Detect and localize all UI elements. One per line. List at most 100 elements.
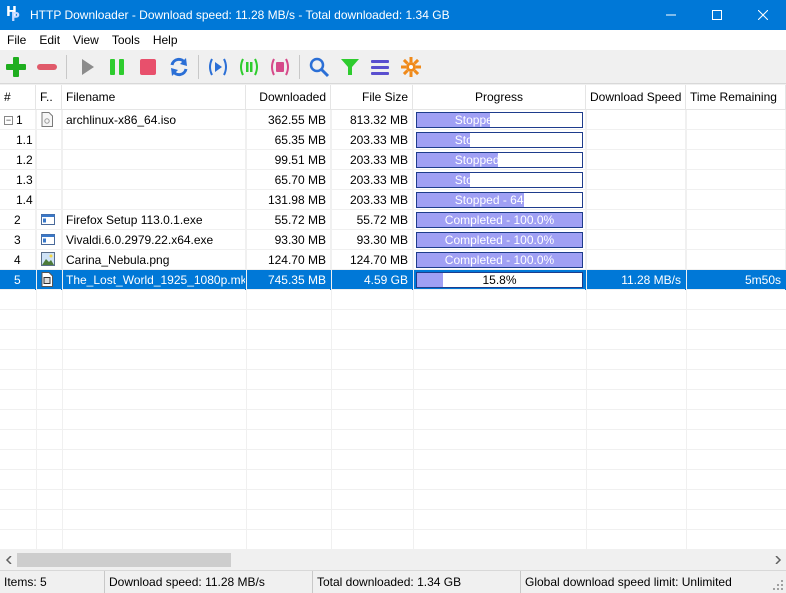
column-header-time-remaining[interactable]: Time Remaining: [686, 85, 786, 110]
start-button[interactable]: [75, 55, 99, 79]
column-header-download-speed[interactable]: Download Speed: [586, 85, 686, 110]
table-row[interactable]: −1 archlinux-x86_64.iso 362.55 MB 813.32 MB…: [0, 110, 786, 130]
progress-label: Stopped - 48.9%: [454, 153, 545, 167]
status-download-speed: Download speed: 11.28 MB/s: [105, 571, 313, 593]
close-button[interactable]: [740, 0, 786, 30]
cell-filetype: [36, 250, 62, 270]
empty-row: [0, 350, 786, 370]
cell-filename: [62, 150, 246, 170]
minimize-button[interactable]: [648, 0, 694, 30]
cell-downloaded: 124.70 MB: [246, 250, 331, 270]
filter-button[interactable]: [338, 55, 362, 79]
column-header-progress[interactable]: Progress: [413, 85, 586, 110]
maximize-button[interactable]: [694, 0, 740, 30]
table-row[interactable]: 2 Firefox Setup 113.0.1.exe 55.72 MB 55.72 …: [0, 210, 786, 230]
empty-row: [0, 410, 786, 430]
cell-download-speed: [586, 110, 686, 130]
search-icon: [309, 57, 330, 78]
cell-filetype: [36, 130, 62, 150]
scrollbar-thumb[interactable]: [17, 553, 231, 567]
menu-view[interactable]: View: [66, 30, 105, 50]
column-header-filetype[interactable]: F..: [36, 85, 62, 110]
pause-active-icon: [209, 58, 227, 76]
empty-row: [0, 390, 786, 410]
table-row[interactable]: 4 Carina_Nebula.png 124.70 MB 124.70 MB Comp…: [0, 250, 786, 270]
empty-row: [0, 290, 786, 310]
column-divider: [413, 110, 414, 550]
table-row[interactable]: 5 The_Lost_World_1925_1080p.mkv 745.35 MB 4…: [0, 270, 786, 290]
toolbar: [0, 50, 786, 84]
stop-all-button[interactable]: [268, 55, 292, 79]
search-button[interactable]: [307, 55, 331, 79]
remove-download-button[interactable]: [35, 55, 59, 79]
cell-time-remaining: [686, 150, 786, 170]
horizontal-scrollbar[interactable]: [0, 550, 786, 570]
cell-progress: Stopped - 32.3%: [413, 170, 586, 190]
progress-label: Completed - 100.0%: [444, 213, 555, 227]
collapse-toggle-icon[interactable]: −: [4, 116, 13, 126]
pause-queued-button[interactable]: [237, 55, 261, 79]
menu-file[interactable]: File: [0, 30, 32, 50]
column-header-number[interactable]: #: [0, 85, 36, 110]
cell-downloaded: 93.30 MB: [246, 230, 331, 250]
cell-progress: 15.8%: [413, 270, 586, 290]
cell-filename: The_Lost_World_1925_1080p.mkv: [62, 270, 246, 290]
menu-help[interactable]: Help: [146, 30, 184, 50]
stop-all-icon: [271, 58, 289, 76]
maximize-icon: [712, 10, 722, 20]
restart-button[interactable]: [167, 55, 191, 79]
cell-filetype: [36, 270, 62, 290]
cell-number: 2: [0, 210, 36, 230]
column-header-file-size[interactable]: File Size: [331, 85, 413, 110]
cell-progress: Completed - 100.0%: [413, 230, 586, 250]
row-number: 1.3: [16, 173, 33, 187]
cell-time-remaining: [686, 230, 786, 250]
scroll-left-button[interactable]: [0, 550, 17, 570]
executable-icon: [41, 232, 55, 250]
status-items: Items: 5: [0, 571, 105, 593]
title-bar: HP HTTP Downloader - Download speed: 11.…: [0, 0, 786, 30]
cell-progress: Stopped - 44.5%: [413, 110, 586, 130]
remove-download-icon: [37, 64, 57, 70]
menu-edit[interactable]: Edit: [32, 30, 66, 50]
pause-active-button[interactable]: [206, 55, 230, 79]
table-row[interactable]: 1.4 131.98 MB 203.33 MB Stopped - 64.9%: [0, 190, 786, 210]
progress-label: Completed - 100.0%: [444, 253, 555, 267]
progress-bar: Stopped - 44.5%: [416, 112, 583, 128]
list-view-button[interactable]: [368, 55, 392, 79]
download-list[interactable]: # F.. Filename Downloaded File Size Prog…: [0, 85, 786, 550]
progress-bar: Stopped - 48.9%: [416, 152, 583, 168]
resize-grip-icon[interactable]: [772, 579, 784, 591]
executable-icon: [41, 212, 55, 230]
table-row[interactable]: 1.3 65.70 MB 203.33 MB Stopped - 32.3%: [0, 170, 786, 190]
cell-file-size: 4.59 GB: [331, 270, 413, 290]
restart-icon: [170, 57, 188, 77]
column-header-filename[interactable]: Filename: [62, 85, 246, 110]
row-number: 1.2: [16, 153, 33, 167]
cell-number: 1.1: [0, 130, 36, 150]
scroll-right-button[interactable]: [769, 550, 786, 570]
table-row[interactable]: 3 Vivaldi.6.0.2979.22.x64.exe 93.30 MB 93.3…: [0, 230, 786, 250]
cell-filetype: [36, 210, 62, 230]
close-icon: [758, 10, 768, 20]
cell-time-remaining: [686, 130, 786, 150]
table-row[interactable]: 1.2 99.51 MB 203.33 MB Stopped - 48.9%: [0, 150, 786, 170]
cell-download-speed: [586, 150, 686, 170]
column-header-downloaded[interactable]: Downloaded: [246, 85, 331, 110]
empty-row: [0, 330, 786, 350]
cell-downloaded: 362.55 MB: [246, 110, 331, 130]
list-header: # F.. Filename Downloaded File Size Prog…: [0, 85, 786, 110]
minimize-icon: [666, 14, 676, 16]
table-row[interactable]: 1.1 65.35 MB 203.33 MB Stopped - 32.1%: [0, 130, 786, 150]
filter-icon: [341, 59, 359, 75]
menu-tools[interactable]: Tools: [105, 30, 146, 50]
stop-button[interactable]: [136, 55, 160, 79]
options-button[interactable]: [399, 55, 423, 79]
cell-number: 1.2: [0, 150, 36, 170]
start-icon: [82, 59, 94, 75]
add-download-button[interactable]: [4, 55, 28, 79]
pause-button[interactable]: [105, 55, 129, 79]
column-divider: [686, 110, 687, 550]
chevron-right-icon: [774, 556, 781, 564]
cell-file-size: 55.72 MB: [331, 210, 413, 230]
